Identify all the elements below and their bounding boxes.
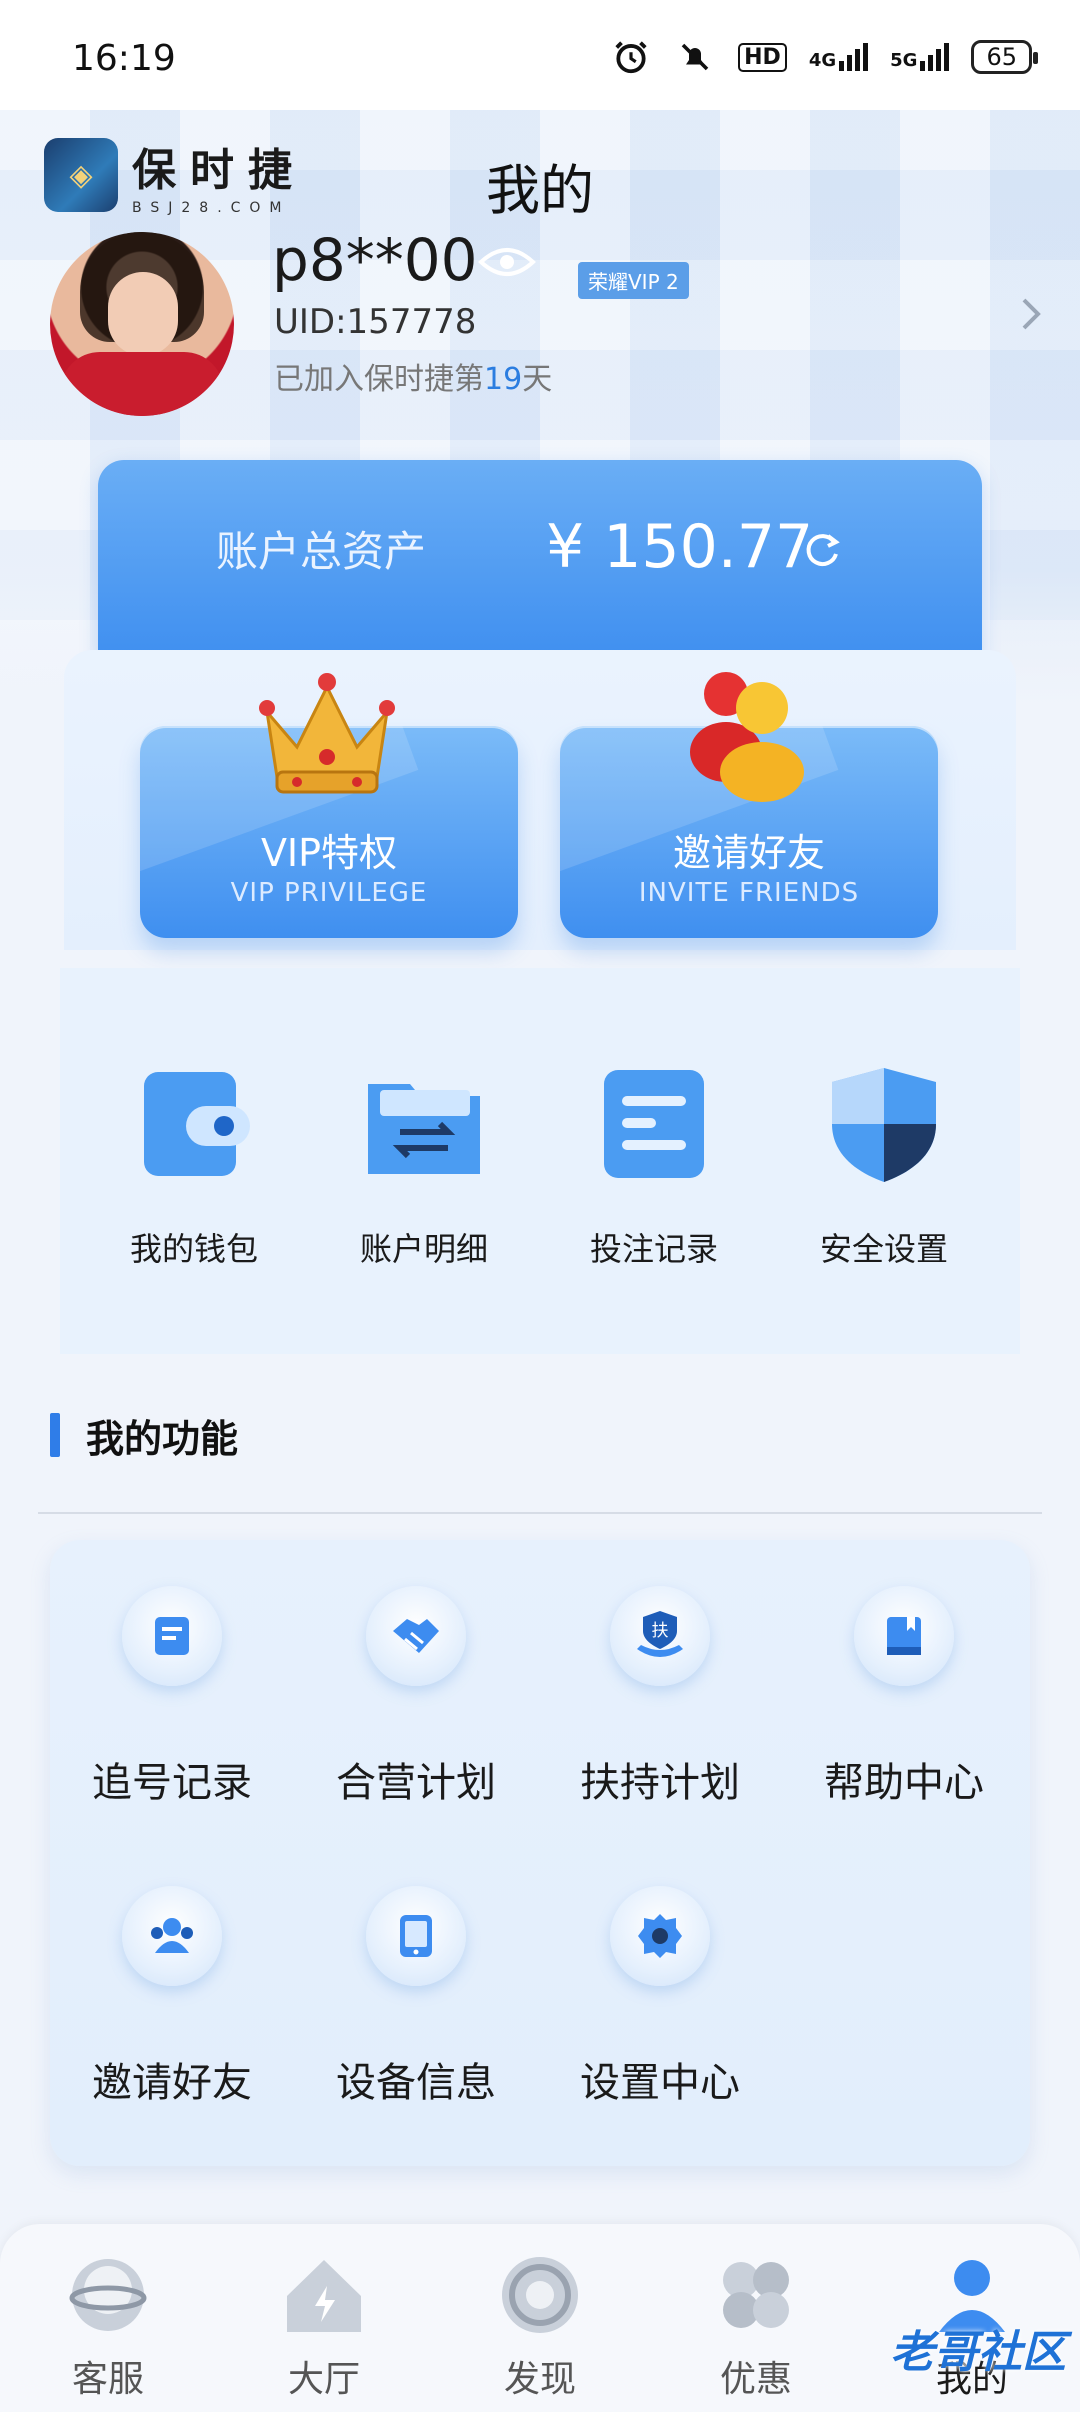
invite-friends-function-button[interactable]: 邀请好友: [72, 1886, 272, 2108]
hd-icon: HD: [738, 42, 787, 72]
alarm-icon: [610, 36, 652, 78]
wallet-button[interactable]: 我的钱包: [94, 1060, 294, 1270]
section-accent-bar: [50, 1413, 60, 1457]
document-icon: [590, 1060, 718, 1188]
status-time: 16:19: [72, 38, 176, 79]
join-days-text: 已加入保时捷第19天: [274, 362, 553, 397]
account-details-button[interactable]: 账户明细: [324, 1060, 524, 1270]
book-icon: [854, 1586, 954, 1686]
balance-value: ¥ 150.77: [546, 512, 814, 582]
gear-icon: [610, 1886, 710, 1986]
nav-customer-service[interactable]: 客服: [0, 2252, 216, 2402]
eye-icon[interactable]: [478, 244, 536, 280]
section-title: 我的功能: [50, 1410, 238, 1461]
status-icons: HD 4G 5G 65: [610, 36, 1038, 78]
balance-card: 账户总资产 ¥ 150.77: [98, 460, 982, 660]
clover-icon: [713, 2252, 799, 2338]
security-settings-button[interactable]: 安全设置: [784, 1060, 984, 1270]
tablet-icon: [366, 1886, 466, 1986]
mute-bell-icon: [674, 36, 716, 78]
page-title: 我的: [486, 159, 594, 222]
nav-lobby[interactable]: 大厅: [216, 2252, 432, 2402]
note-icon: [122, 1586, 222, 1686]
nav-promotions[interactable]: 优惠: [648, 2252, 864, 2402]
bet-records-button[interactable]: 投注记录: [554, 1060, 754, 1270]
support-glyph: 扶: [652, 1621, 669, 1641]
joint-venture-button[interactable]: 合营计划: [316, 1586, 516, 1808]
divider: [38, 1512, 1042, 1514]
tracking-records-button[interactable]: 追号记录: [72, 1586, 272, 1808]
headset-icon: [65, 2252, 151, 2338]
discover-icon: [497, 2252, 583, 2338]
handshake-icon: [366, 1586, 466, 1686]
settings-center-button[interactable]: 设置中心: [560, 1886, 760, 2108]
wallet-icon: [130, 1060, 258, 1188]
vip-badge: 荣耀VIP 2: [578, 262, 689, 299]
status-bar: 16:19 HD 4G 5G 65: [0, 0, 1080, 110]
user-id: UID:157778: [274, 302, 477, 342]
signal-5g-icon: 5G: [890, 43, 950, 71]
refresh-icon[interactable]: [800, 528, 844, 572]
avatar[interactable]: [50, 232, 234, 416]
support-icon: 扶: [610, 1586, 710, 1686]
crown-icon: [259, 673, 395, 794]
username: p8**00: [272, 226, 478, 294]
signal-4g-icon: 4G: [809, 43, 869, 71]
battery-icon: 65: [971, 40, 1038, 74]
balance-label: 账户总资产: [216, 527, 427, 576]
device-info-button[interactable]: 设备信息: [316, 1886, 516, 2108]
folder-transfer-icon: [360, 1060, 488, 1188]
nav-discover[interactable]: 发现: [432, 2252, 648, 2402]
people-icon: [690, 672, 804, 802]
watermark: 老哥社区: [890, 2327, 1066, 2378]
help-center-button[interactable]: 帮助中心: [804, 1586, 1004, 1808]
home-icon: [281, 2252, 367, 2338]
shield-icon: [820, 1060, 948, 1188]
support-plan-button[interactable]: 扶 扶持计划: [560, 1586, 760, 1808]
users-icon: [122, 1886, 222, 1986]
chevron-right-icon[interactable]: [1016, 294, 1046, 334]
